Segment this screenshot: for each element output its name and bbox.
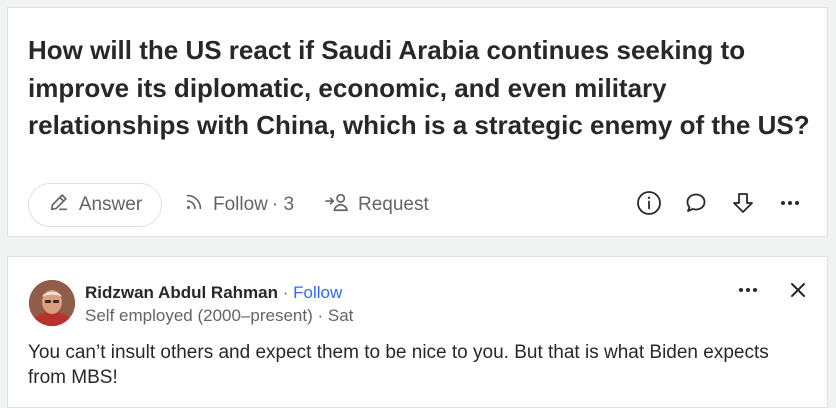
close-icon: [788, 280, 808, 305]
pencil-icon: [48, 191, 70, 219]
more-options-button[interactable]: [774, 189, 806, 221]
follow-count: · 3: [271, 194, 295, 215]
downvote-icon: [731, 191, 755, 220]
request-button[interactable]: Request: [324, 183, 429, 227]
info-icon: [636, 190, 662, 221]
more-dots-icon: [736, 278, 760, 307]
request-person-icon: [324, 191, 350, 219]
author-line: Ridzwan Abdul Rahman · Follow: [85, 283, 342, 303]
separator: ·: [278, 283, 294, 302]
answer-button[interactable]: Answer: [28, 183, 162, 227]
question-actions: Answer Follow · 3 Request: [28, 183, 813, 229]
comment-button[interactable]: [680, 189, 712, 221]
follow-signal-icon: [183, 191, 205, 219]
dismiss-button[interactable]: [783, 277, 813, 307]
follow-label: Follow: [213, 194, 268, 215]
request-label: Request: [358, 194, 429, 215]
follow-author-link[interactable]: Follow: [293, 283, 342, 302]
answer-more-button[interactable]: [733, 277, 763, 307]
avatar[interactable]: [29, 280, 75, 326]
author-credential[interactable]: Self employed (2000–present) · Sat: [85, 306, 353, 326]
answer-label: Answer: [78, 194, 143, 215]
question-title[interactable]: How will the US react if Saudi Arabia co…: [28, 32, 818, 145]
comment-icon: [684, 191, 708, 220]
answer-card: Ridzwan Abdul Rahman · Follow Self emplo…: [7, 256, 828, 408]
more-dots-icon: [778, 191, 802, 220]
downvote-button[interactable]: [727, 189, 759, 221]
follow-question-button[interactable]: Follow · 3: [183, 183, 294, 227]
info-button[interactable]: [633, 189, 665, 221]
question-card: How will the US react if Saudi Arabia co…: [7, 7, 828, 237]
answer-text[interactable]: You can’t insult others and expect them …: [28, 340, 788, 390]
author-name[interactable]: Ridzwan Abdul Rahman: [85, 283, 278, 302]
